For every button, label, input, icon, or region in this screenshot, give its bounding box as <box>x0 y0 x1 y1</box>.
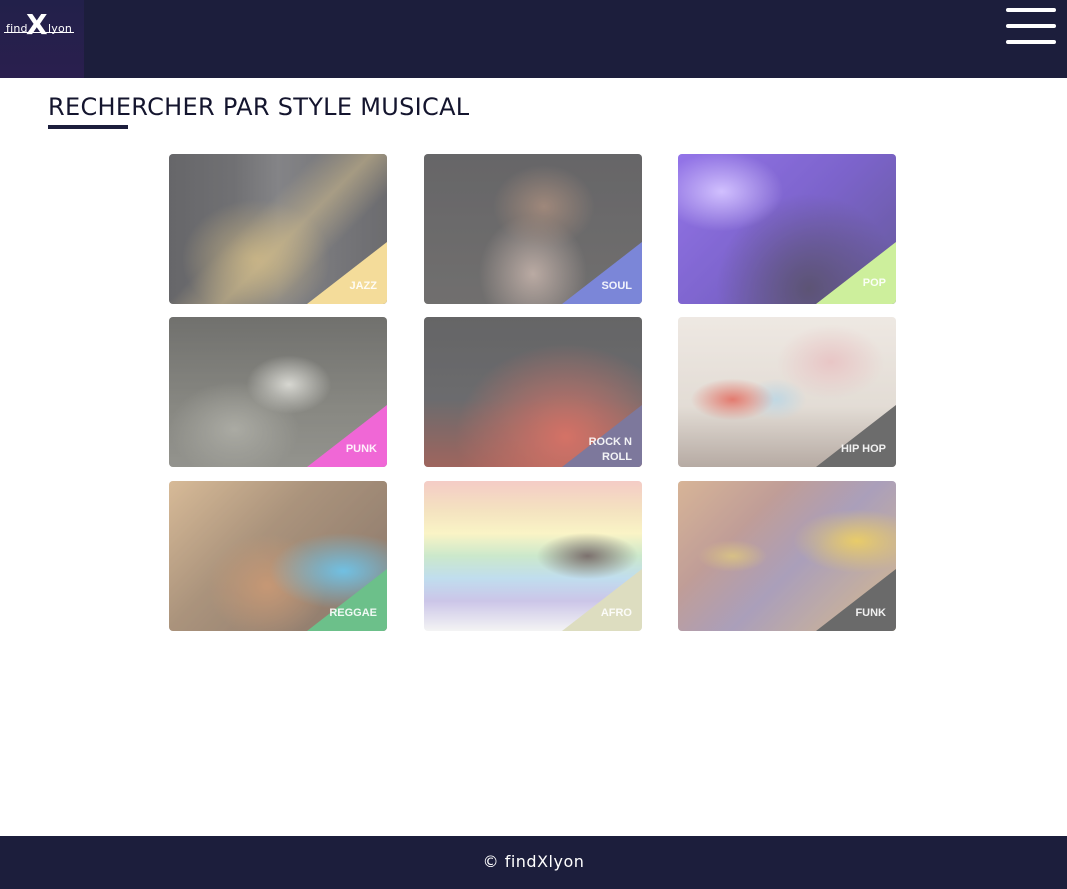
logo-text-find: find <box>6 22 28 35</box>
title-underline <box>48 125 128 129</box>
style-label: REGGAE <box>329 607 377 619</box>
top-navbar: find X lyon <box>0 0 1067 78</box>
page-title: RECHERCHER PAR STYLE MUSICAL <box>48 93 470 121</box>
style-card-soul[interactable]: SOUL <box>424 154 642 304</box>
logo-mark: find X lyon <box>4 8 76 41</box>
style-card-reggae[interactable]: REGGAE <box>169 481 387 631</box>
style-card-funk[interactable]: FUNK <box>678 481 896 631</box>
menu-bar-middle <box>1006 24 1056 28</box>
logo-underline <box>4 32 74 33</box>
style-card-hip-hop[interactable]: HIP HOP <box>678 317 896 467</box>
style-label: AFRO <box>600 607 632 619</box>
style-card-jazz[interactable]: JAZZ <box>169 154 387 304</box>
style-label: JAZZ <box>349 280 378 292</box>
style-card-pop[interactable]: POP <box>678 154 896 304</box>
page: find X lyon RECHERCHER PAR STYLE MUSICAL… <box>0 0 1067 889</box>
footer: © findXlyon <box>0 836 1067 889</box>
hamburger-menu-icon[interactable] <box>1004 8 1056 46</box>
style-label: PUNK <box>345 443 377 455</box>
logo-text-lyon: lyon <box>48 22 73 35</box>
style-card-punk[interactable]: PUNK <box>169 317 387 467</box>
logo-text-x: X <box>26 8 48 41</box>
style-label: POP <box>862 277 886 289</box>
style-card-afro[interactable]: AFRO <box>424 481 642 631</box>
site-logo[interactable]: find X lyon <box>0 0 84 78</box>
style-card-rock-n-roll[interactable]: ROCK N ROLL <box>424 317 642 467</box>
style-label: SOUL <box>601 280 632 292</box>
copyright-text: © findXlyon <box>482 852 585 871</box>
menu-bar-top <box>1006 8 1056 12</box>
style-label: FUNK <box>855 607 886 619</box>
menu-bar-bottom <box>1006 40 1056 44</box>
style-label: HIP HOP <box>840 443 886 455</box>
style-label: ROCK N ROLL <box>588 436 632 463</box>
